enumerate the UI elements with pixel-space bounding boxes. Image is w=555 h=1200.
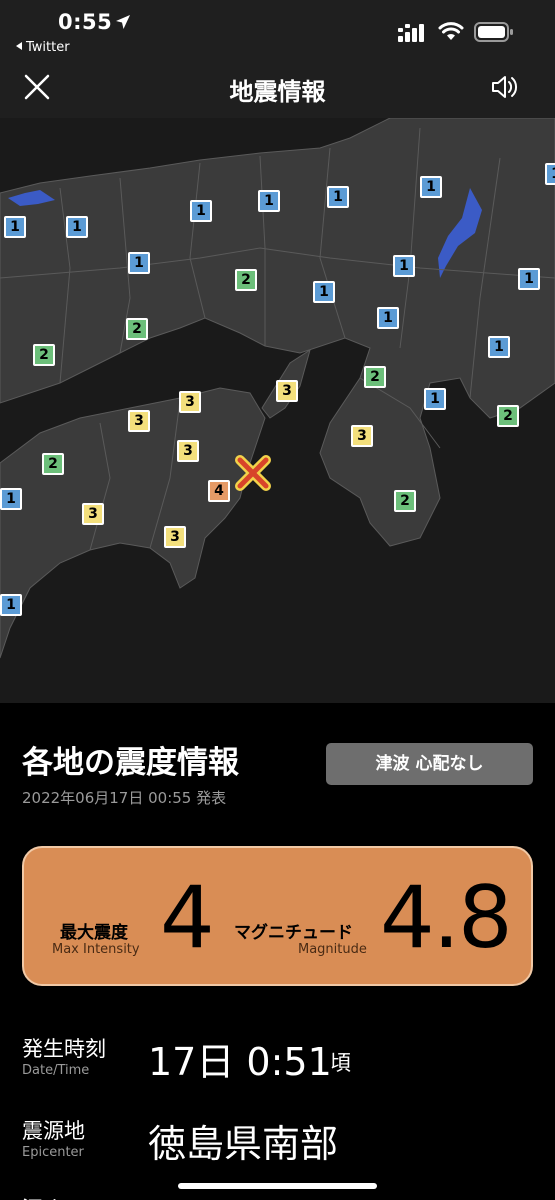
intensity-badge-1[interactable]: 1 [313, 281, 335, 303]
intensity-badge-1[interactable]: 1 [424, 388, 446, 410]
intensity-badge-4[interactable]: 4 [208, 480, 230, 502]
wifi-icon [438, 22, 464, 40]
speaker-icon[interactable] [488, 70, 522, 104]
location-arrow-icon [116, 15, 130, 29]
intensity-badge-1[interactable]: 1 [545, 163, 555, 185]
cellular-signal-icon [398, 24, 424, 42]
back-app-label: Twitter [26, 40, 70, 55]
status-bar: 0:55 Twitter [0, 0, 555, 62]
issued-timestamp: 2022年06月17日 00:55 発表 [22, 789, 227, 807]
intensity-badge-1[interactable]: 1 [4, 216, 26, 238]
datetime-suffix: 頃 [330, 1051, 351, 1075]
datetime-label: 発生時刻 [22, 1037, 106, 1061]
depth-label: 深さ [22, 1193, 64, 1200]
back-to-app-link[interactable]: Twitter [16, 40, 70, 55]
intensity-badge-3[interactable]: 3 [276, 380, 298, 402]
app-header: 地震情報 [0, 62, 555, 118]
datetime-label-en: Date/Time [22, 1063, 90, 1078]
intensity-badge-1[interactable]: 1 [327, 186, 349, 208]
epicenter-value: 徳島県南部 [148, 1122, 339, 1166]
intensity-badge-1[interactable]: 1 [0, 488, 22, 510]
intensity-badge-2[interactable]: 2 [126, 318, 148, 340]
battery-icon [474, 22, 513, 42]
back-arrow-icon [16, 42, 22, 50]
intensity-badge-1[interactable]: 1 [190, 200, 212, 222]
summary-card: 最大震度 Max Intensity 4 マグニチュード Magnitude 4… [22, 846, 533, 986]
intensity-badge-2[interactable]: 2 [497, 405, 519, 427]
epicenter-label: 震源地 [22, 1119, 85, 1143]
epicenter-label-en: Epicenter [22, 1145, 84, 1160]
magnitude-value: 4.8 [380, 868, 513, 968]
intensity-badge-2[interactable]: 2 [42, 453, 64, 475]
intensity-badge-1[interactable]: 1 [420, 176, 442, 198]
intensity-badge-1[interactable]: 1 [258, 190, 280, 212]
intensity-badge-3[interactable]: 3 [128, 410, 150, 432]
intensity-badge-1[interactable]: 1 [377, 307, 399, 329]
max-intensity-value: 4 [160, 868, 215, 968]
x-mark-icon [235, 455, 271, 491]
datetime-value: 17日 0:51 [148, 1040, 332, 1084]
intensity-badge-2[interactable]: 2 [364, 366, 386, 388]
intensity-badge-3[interactable]: 3 [82, 503, 104, 525]
magnitude-label-en: Magnitude [298, 942, 367, 957]
intensity-badge-1[interactable]: 1 [66, 216, 88, 238]
status-time: 0:55 [58, 10, 113, 34]
home-indicator[interactable] [178, 1183, 377, 1189]
intensity-badge-3[interactable]: 3 [164, 526, 186, 548]
intensity-badge-1[interactable]: 1 [393, 255, 415, 277]
intensity-badge-2[interactable]: 2 [33, 344, 55, 366]
intensity-badge-3[interactable]: 3 [179, 391, 201, 413]
page-title: 地震情報 [229, 78, 326, 106]
magnitude-label: マグニチュード [234, 923, 353, 943]
intensity-badge-2[interactable]: 2 [235, 269, 257, 291]
max-intensity-label-en: Max Intensity [52, 942, 140, 957]
intensity-badge-3[interactable]: 3 [351, 425, 373, 447]
intensity-badge-3[interactable]: 3 [177, 440, 199, 462]
max-intensity-label: 最大震度 [60, 923, 128, 943]
intensity-badge-1[interactable]: 1 [518, 268, 540, 290]
info-panel: 各地の震度情報 2022年06月17日 00:55 発表 津波 心配なし 最大震… [0, 703, 555, 1200]
tsunami-status-badge: 津波 心配なし [326, 743, 533, 785]
intensity-badge-1[interactable]: 1 [0, 594, 22, 616]
intensity-badge-2[interactable]: 2 [394, 490, 416, 512]
intensity-badge-1[interactable]: 1 [128, 252, 150, 274]
earthquake-map[interactable]: 1 1 1 1 1 1 1 1 1 1 1 1 1 1 1 1 2 2 2 2 … [0, 118, 555, 703]
section-title: 各地の震度情報 [22, 745, 239, 781]
intensity-badge-1[interactable]: 1 [488, 336, 510, 358]
